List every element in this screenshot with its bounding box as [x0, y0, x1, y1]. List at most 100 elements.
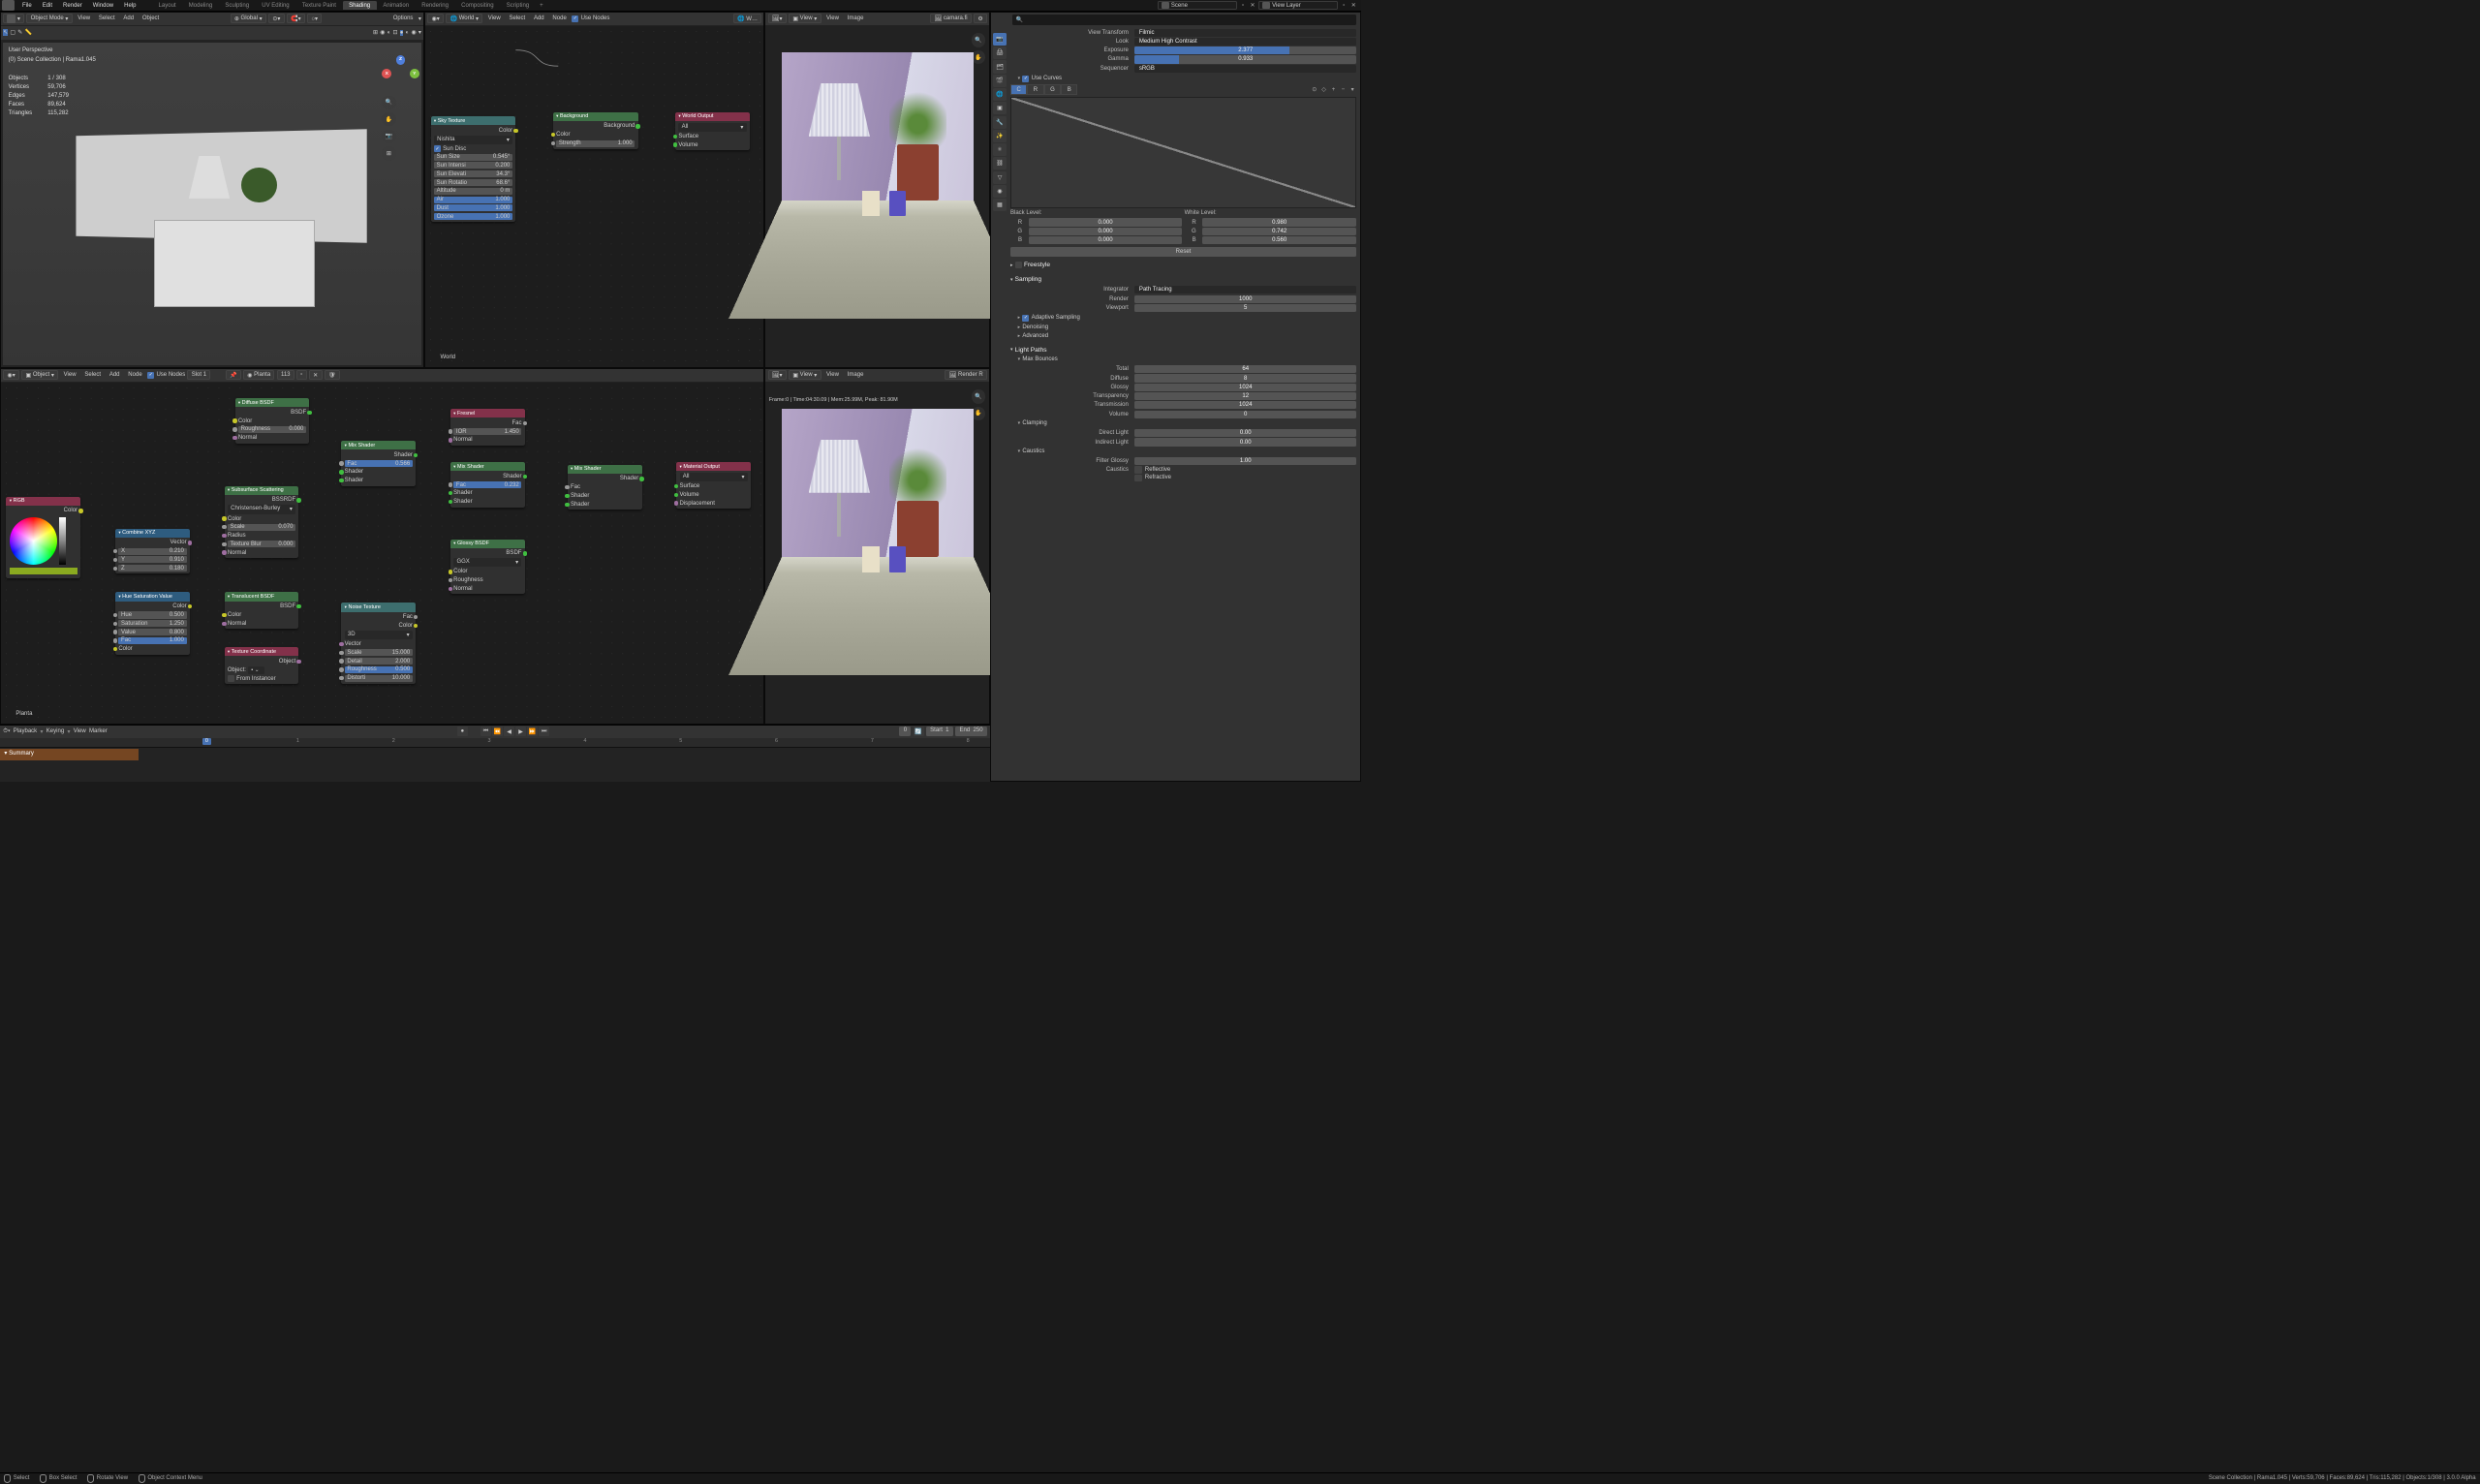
editor-type-icon[interactable]: 🖼▾ [768, 370, 787, 380]
caustics-panel-label[interactable]: Caustics [1022, 448, 1044, 454]
node-sss[interactable]: Subsurface Scattering BSSRDF Christensen… [225, 486, 299, 558]
sky-sun-size[interactable]: Sun Size0.545° [434, 154, 512, 161]
diff-rough[interactable]: Roughness0.000 [238, 426, 306, 433]
sky-dust[interactable]: Dust1.000 [434, 204, 512, 211]
cxyz-x[interactable]: X0.210 [118, 548, 186, 555]
imgmode[interactable]: ▣ View ▾ [789, 14, 822, 23]
tab-physics[interactable]: ⚛ [993, 143, 1006, 156]
frame-sync-icon[interactable]: 🔄 [914, 727, 924, 736]
properties-search[interactable]: 🔍 [1012, 15, 1356, 25]
timeline-body[interactable]: Summary [0, 748, 990, 780]
pan-icon[interactable]: ✋ [382, 112, 395, 126]
ws-layout[interactable]: Layout [152, 1, 182, 10]
scene-selector[interactable]: Scene [1158, 1, 1237, 11]
hsv-fac[interactable]: Fac1.000 [118, 637, 186, 644]
mode-select[interactable]: Object Mode ▾ [26, 14, 72, 23]
adaptive-label[interactable]: Adaptive Sampling [1032, 315, 1080, 321]
mix2-fac[interactable]: Fac0.232 [453, 481, 521, 488]
tl-playback[interactable]: Playback [14, 728, 37, 734]
cxyz-z[interactable]: Z0.180 [118, 565, 186, 572]
transmission-bounces[interactable]: 1024 [1134, 401, 1356, 409]
jump-end-icon[interactable]: ⏭ [539, 727, 549, 736]
current-frame[interactable]: 0 [899, 727, 911, 736]
ws-compositing[interactable]: Compositing [455, 1, 501, 10]
image-settings-icon[interactable]: ⚙ [974, 14, 987, 23]
add-workspace-icon[interactable]: + [536, 1, 547, 10]
tab-viewlayer[interactable]: 🗂 [993, 60, 1006, 73]
curve-editor[interactable] [1010, 97, 1356, 208]
bg-header[interactable]: Background [553, 112, 638, 121]
sequencer-select[interactable]: sRGB [1134, 65, 1356, 73]
refractive-check[interactable] [1134, 475, 1141, 481]
fake-user-icon[interactable]: 🛡 [325, 370, 340, 380]
sss-scale[interactable]: Scale0.070 [228, 524, 295, 531]
node-mix-shader-2[interactable]: Mix Shader Shader Fac0.232 Shader Shader [450, 462, 525, 508]
shading-solid-icon[interactable]: ● [400, 30, 404, 36]
world-datablock[interactable]: 🌐 W… [733, 14, 761, 23]
white-g[interactable]: 0.742 [1202, 228, 1356, 235]
sky-sun-rotation[interactable]: Sun Rotatio68.6° [434, 179, 512, 186]
sss-blur[interactable]: Texture Blur0.000 [228, 541, 295, 547]
ws-rendering[interactable]: Rendering [416, 1, 455, 10]
gamma-field[interactable]: 0.933 [1134, 55, 1356, 63]
tab-constraints[interactable]: ⛓ [993, 157, 1006, 170]
ws-shading[interactable]: Shading [343, 1, 377, 10]
wn-add[interactable]: Add [531, 15, 547, 22]
advanced-label[interactable]: Advanced [1022, 333, 1048, 339]
image-canvas-2[interactable]: Frame:0 | Time:04:30.09 | Mem:25.99M, Pe… [765, 383, 989, 724]
editor-type-icon[interactable]: ◉▾ [3, 370, 19, 380]
zoom-icon[interactable]: 🔍 [382, 96, 395, 109]
play-reverse-icon[interactable]: ◀ [504, 727, 514, 736]
tab-texture[interactable]: ▦ [993, 199, 1006, 211]
tab-world[interactable]: 🌐 [993, 88, 1006, 101]
gizmo-toggle-icon[interactable]: ⊞ [373, 29, 378, 36]
ws-uv[interactable]: UV Editing [256, 1, 296, 10]
texc-object[interactable]: ▪ ⌄ [248, 666, 264, 674]
curve-g[interactable]: G [1044, 84, 1062, 94]
sky-altitude[interactable]: Altitude0 m [434, 188, 512, 195]
mn-view[interactable]: View [60, 372, 79, 379]
black-g[interactable]: 0.000 [1029, 228, 1183, 235]
curve-b[interactable]: B [1061, 84, 1077, 94]
noise-header[interactable]: Noise Texture [341, 603, 416, 611]
curve-zoom-in-icon[interactable]: + [1330, 86, 1338, 94]
vp-add-menu[interactable]: Add [120, 15, 137, 22]
tl-view[interactable]: View [74, 728, 86, 734]
unlink-mat-icon[interactable]: ✕ [309, 370, 323, 380]
tab-particles[interactable]: ✨ [993, 130, 1006, 142]
sky-air[interactable]: Air1.000 [434, 197, 512, 203]
viewlayer-delete-icon[interactable]: ✕ [1349, 2, 1357, 10]
axis-z[interactable]: Z [396, 55, 406, 65]
material-datablock[interactable]: ◉ Planta [243, 370, 275, 380]
view-transform-select[interactable]: Filmic [1134, 29, 1356, 37]
exposure-field[interactable]: 2.377 [1134, 46, 1356, 54]
cxyz-y[interactable]: Y0.910 [118, 556, 186, 563]
jump-start-icon[interactable]: ⏮ [480, 727, 491, 736]
volume-bounces[interactable]: 0 [1134, 411, 1356, 418]
editor-type-icon[interactable]: 🖼▾ [768, 14, 787, 23]
tab-output[interactable]: 🖨 [993, 46, 1006, 59]
keyframe-prev-icon[interactable]: ⏪ [492, 727, 503, 736]
diff-header[interactable]: Diffuse BSDF [235, 398, 310, 407]
glossy-header[interactable]: Glossy BSDF [450, 540, 525, 548]
black-r[interactable]: 0.000 [1029, 218, 1183, 226]
shading-matprev-icon[interactable]: ◐ [406, 30, 410, 36]
world-node-canvas[interactable]: Sky Texture Color Nishita▾ ✓Sun Disc Sun… [425, 26, 763, 367]
tab-scene[interactable]: 🎬 [993, 75, 1006, 87]
menu-edit[interactable]: Edit [37, 1, 57, 10]
curve-reset-button[interactable]: Reset [1010, 247, 1356, 256]
sss-header[interactable]: Subsurface Scattering [225, 486, 299, 495]
overlays-toggle-icon[interactable]: ◉ [380, 29, 385, 36]
new-mat-icon[interactable]: ▫ [296, 370, 307, 380]
viewport-samples[interactable]: 5 [1134, 304, 1356, 312]
node-translucent[interactable]: Translucent BSDF BSDF Color Normal [225, 592, 299, 629]
tab-modifiers[interactable]: 🔧 [993, 116, 1006, 129]
wout-header[interactable]: World Output [675, 112, 750, 121]
diffuse-bounces[interactable]: 8 [1134, 374, 1356, 382]
freestyle-check[interactable] [1015, 262, 1022, 268]
sky-header[interactable]: Sky Texture [431, 116, 516, 125]
reflective-check[interactable] [1134, 466, 1141, 473]
rgb-swatch[interactable] [10, 568, 78, 575]
denoising-label[interactable]: Denoising [1022, 325, 1048, 330]
hsv-hue[interactable]: Hue0.500 [118, 611, 186, 618]
